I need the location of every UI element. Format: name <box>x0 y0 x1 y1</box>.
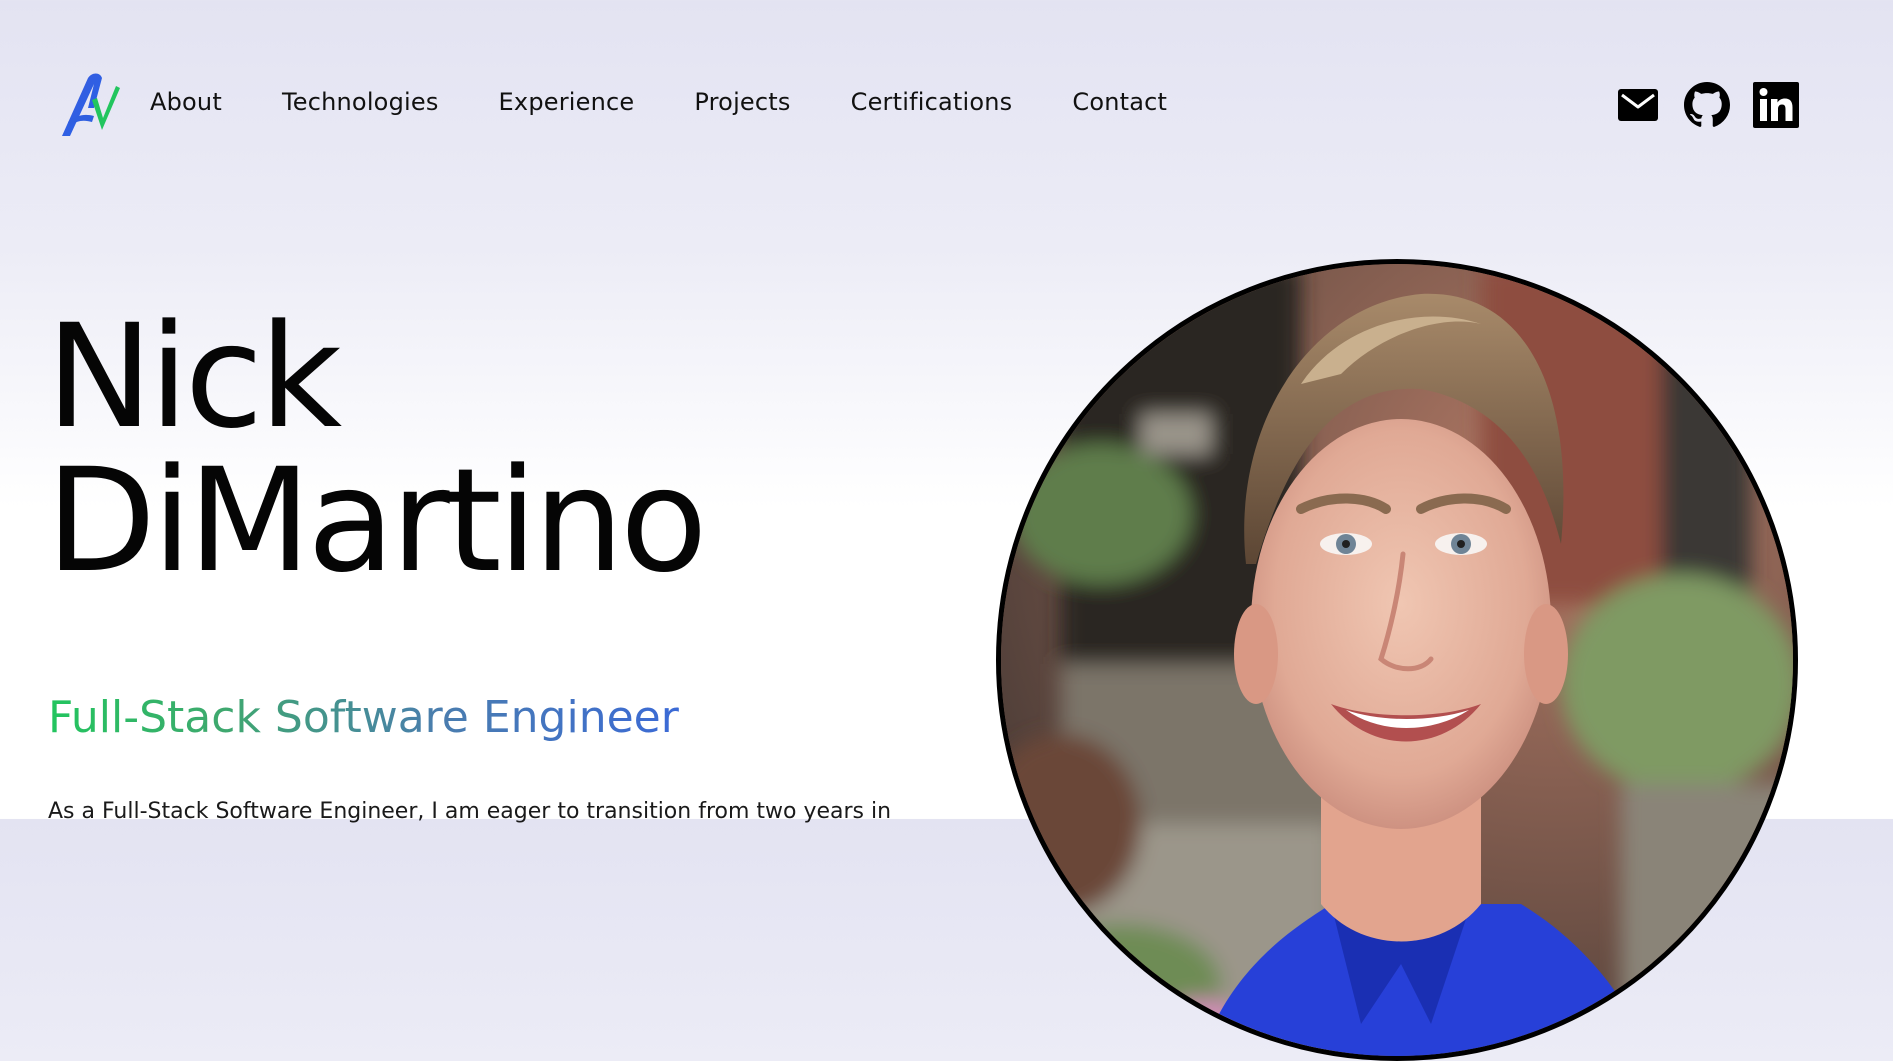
logo-icon[interactable] <box>58 70 124 138</box>
social-links <box>1592 82 1799 128</box>
nav-link-experience[interactable]: Experience <box>499 88 635 116</box>
mail-icon[interactable] <box>1615 82 1661 128</box>
nav-link-projects[interactable]: Projects <box>694 88 790 116</box>
nav-links: About Technologies Experience Projects C… <box>150 88 1227 116</box>
nav-link-about[interactable]: About <box>150 88 222 116</box>
profile-photo <box>996 259 1798 1061</box>
top-navbar: About Technologies Experience Projects C… <box>0 0 1893 214</box>
intro-text: As a Full-Stack Software Engineer, I am … <box>48 799 892 824</box>
nav-link-certifications[interactable]: Certifications <box>851 88 1013 116</box>
hero-first-name: Nick <box>46 293 342 460</box>
linkedin-icon[interactable] <box>1753 82 1799 128</box>
nav-link-technologies[interactable]: Technologies <box>282 88 439 116</box>
hero-name: Nick DiMartino <box>46 293 708 604</box>
role-title: Full-Stack Software Engineer <box>48 692 679 743</box>
hero-last-name: DiMartino <box>46 437 708 604</box>
nav-link-contact[interactable]: Contact <box>1072 88 1167 116</box>
github-icon[interactable] <box>1684 82 1730 128</box>
